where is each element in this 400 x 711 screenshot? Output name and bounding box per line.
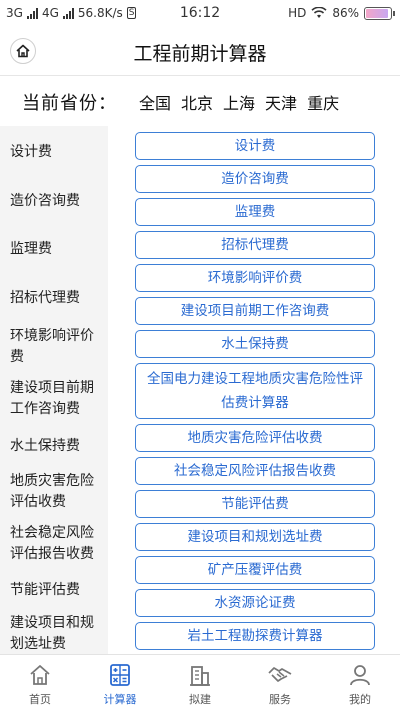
sidebar-item-environmental-assessment[interactable]: 环境影响评价费 bbox=[0, 322, 108, 372]
home-icon bbox=[30, 665, 50, 685]
calc-button-soil-conservation[interactable]: 水土保持费 bbox=[135, 330, 375, 358]
calc-button-site-selection[interactable]: 建设项目和规划选址费 bbox=[135, 523, 375, 551]
hd-label: HD bbox=[288, 6, 307, 20]
calc-button-mineral-overlay[interactable]: 矿产压覆评估费 bbox=[135, 556, 375, 584]
nav-label-proposed: 拟建 bbox=[189, 693, 211, 706]
calculator-list: 设计费 造价咨询费 监理费 招标代理费 环境影响评价费 建设项目前期工作咨询费 … bbox=[108, 126, 400, 654]
calc-button-geotechnical-survey[interactable]: 岩土工程勘探费计算器 bbox=[135, 622, 375, 650]
nav-item-home[interactable]: 首页 bbox=[0, 655, 80, 711]
calc-button-power-geological-hazard[interactable]: 全国电力建设工程地质灾害危险性评估费计算器 bbox=[135, 363, 375, 419]
status-bar: 3G 4G 56.8K/s S 16:12 HD 86% bbox=[0, 0, 400, 26]
sidebar-item-cost-consulting[interactable]: 造价咨询费 bbox=[0, 178, 108, 224]
calc-button-preliminary-consulting[interactable]: 建设项目前期工作咨询费 bbox=[135, 297, 375, 325]
nav-label-home: 首页 bbox=[29, 693, 51, 706]
calc-button-water-resources[interactable]: 水资源论证费 bbox=[135, 589, 375, 617]
calc-button-supervision[interactable]: 监理费 bbox=[135, 198, 375, 226]
nav-item-calculator[interactable]: 计算器 bbox=[80, 655, 160, 711]
calc-button-social-stability[interactable]: 社会稳定风险评估报告收费 bbox=[135, 457, 375, 485]
sidebar-item-bidding-agency[interactable]: 招标代理费 bbox=[0, 274, 108, 322]
calc-button-geological-hazard[interactable]: 地质灾害危险评估收费 bbox=[135, 424, 375, 452]
sidebar-item-social-stability[interactable]: 社会稳定风险评估报告收费 bbox=[0, 518, 108, 570]
bottom-nav: 首页 计算器 拟建 服务 我的 bbox=[0, 654, 400, 711]
province-option-national[interactable]: 全国 bbox=[139, 90, 171, 114]
province-list: 全国 北京 上海 天津 重庆 bbox=[139, 90, 339, 114]
building-icon bbox=[190, 666, 210, 686]
sidebar-item-design-fee[interactable]: 设计费 bbox=[0, 126, 108, 178]
province-option-chongqing[interactable]: 重庆 bbox=[307, 90, 339, 114]
category-sidebar: 设计费 造价咨询费 监理费 招标代理费 环境影响评价费 建设项目前期工作咨询费 … bbox=[0, 126, 108, 654]
person-icon bbox=[350, 665, 370, 686]
province-selector: 当前省份： 全国 北京 上海 天津 重庆 bbox=[0, 78, 400, 126]
sidebar-item-supervision[interactable]: 监理费 bbox=[0, 224, 108, 274]
province-label: 当前省份： bbox=[22, 93, 117, 114]
nav-label-service: 服务 bbox=[269, 693, 291, 706]
calculator-icon bbox=[110, 664, 130, 686]
calc-button-design-fee[interactable]: 设计费 bbox=[135, 132, 375, 160]
nav-item-proposed[interactable]: 拟建 bbox=[160, 655, 240, 711]
app-header: 工程前期计算器 bbox=[0, 26, 400, 76]
province-option-tianjin[interactable]: 天津 bbox=[265, 90, 297, 114]
calc-button-bidding-agency[interactable]: 招标代理费 bbox=[135, 231, 375, 259]
nav-item-service[interactable]: 服务 bbox=[240, 655, 320, 711]
wifi-icon bbox=[311, 7, 327, 18]
status-right: HD 86% bbox=[288, 6, 395, 20]
province-option-beijing[interactable]: 北京 bbox=[181, 90, 213, 114]
sidebar-item-site-selection[interactable]: 建设项目和规划选址费 bbox=[0, 610, 108, 654]
nav-label-calculator: 计算器 bbox=[103, 693, 137, 706]
battery-percent: 86% bbox=[332, 6, 359, 20]
handshake-icon bbox=[268, 667, 292, 682]
sidebar-item-energy-assessment[interactable]: 节能评估费 bbox=[0, 570, 108, 610]
calc-button-environmental-assessment[interactable]: 环境影响评价费 bbox=[135, 264, 375, 292]
sidebar-item-preliminary-consulting[interactable]: 建设项目前期工作咨询费 bbox=[0, 372, 108, 426]
nav-label-profile: 我的 bbox=[349, 693, 371, 706]
sidebar-item-soil-conservation[interactable]: 水土保持费 bbox=[0, 426, 108, 466]
province-option-shanghai[interactable]: 上海 bbox=[223, 90, 255, 114]
battery-icon bbox=[364, 6, 395, 20]
sidebar-item-geological-hazard[interactable]: 地质灾害危险评估收费 bbox=[0, 466, 108, 518]
calc-button-cost-consulting[interactable]: 造价咨询费 bbox=[135, 165, 375, 193]
nav-item-profile[interactable]: 我的 bbox=[320, 655, 400, 711]
calc-button-energy-assessment[interactable]: 节能评估费 bbox=[135, 490, 375, 518]
page-title: 工程前期计算器 bbox=[133, 43, 267, 65]
